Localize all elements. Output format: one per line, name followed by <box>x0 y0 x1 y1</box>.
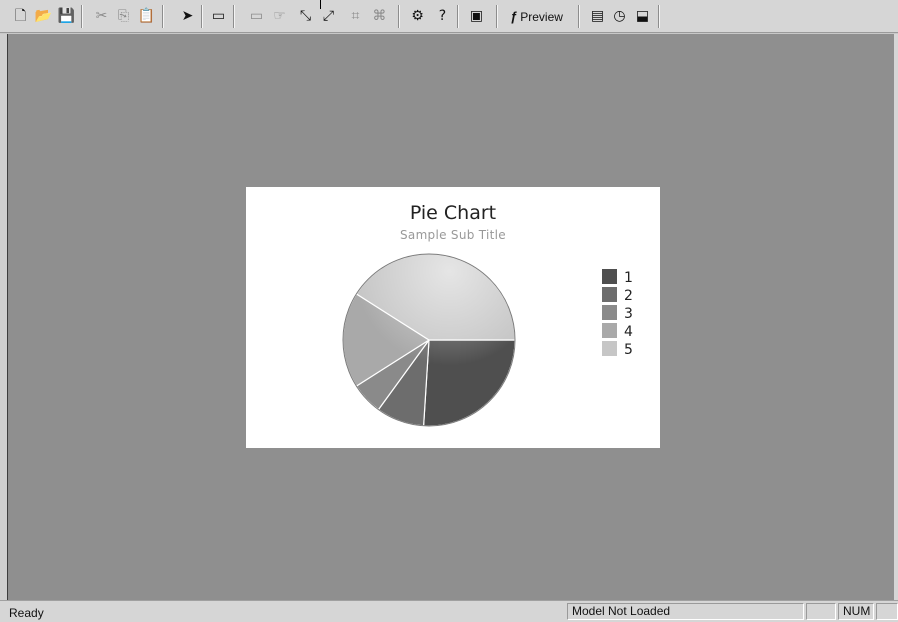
legend-label-1: 1 <box>624 270 633 286</box>
image-icon[interactable]: ▣ <box>467 7 486 26</box>
legend-swatch-3 <box>602 305 617 320</box>
pointer-icon[interactable]: ➤ <box>178 7 197 26</box>
save-icon[interactable]: 💾 <box>57 7 76 26</box>
export-icon[interactable]: ⬓ <box>633 7 652 26</box>
chart-panel[interactable]: 1 2 3 4 5 Pie Chart Sample Sub Title <box>246 187 660 448</box>
window-icon[interactable]: ▤ <box>588 7 607 26</box>
legend-swatch-4 <box>602 323 617 338</box>
plugin-icon[interactable]: ⚙ <box>408 7 427 26</box>
workspace-right-border <box>894 34 898 600</box>
cut-icon[interactable]: ✂ <box>92 7 111 26</box>
chart-title: Pie Chart <box>409 202 497 224</box>
line-icon[interactable]: ▭ <box>247 7 266 26</box>
function-icon: ƒ <box>510 9 518 24</box>
status-end-pane <box>876 603 898 620</box>
toolbar-separator <box>233 5 235 28</box>
status-text: Ready <box>9 606 44 620</box>
model-status-pane: Model Not Loaded <box>567 603 804 620</box>
help-icon[interactable]: ? <box>433 7 452 26</box>
pie-highlight <box>343 240 515 412</box>
legend-swatch-5 <box>602 341 617 356</box>
paste-icon[interactable]: 📋 <box>137 7 156 26</box>
status-bar: Ready Model Not Loaded NUM <box>0 600 898 622</box>
connector-icon[interactable]: ⤡ <box>296 7 315 26</box>
legend-swatch-2 <box>602 287 617 302</box>
toolbar-separator <box>457 5 459 28</box>
legend-label-3: 3 <box>624 306 633 322</box>
chart-legend: 1 2 3 4 5 <box>602 269 633 358</box>
align-icon[interactable]: ⌗ <box>346 7 365 26</box>
preview-label: Preview <box>520 9 563 24</box>
toolbar-separator <box>398 5 400 28</box>
toolbar-separator <box>81 5 83 28</box>
rectangle-icon[interactable]: ▭ <box>209 7 228 26</box>
workspace-left-border <box>0 34 8 600</box>
open-icon[interactable]: 📂 <box>34 7 53 26</box>
legend-swatch-1 <box>602 269 617 284</box>
copy-icon[interactable]: ⎘ <box>114 7 133 26</box>
clock-icon[interactable]: ◷ <box>610 7 629 26</box>
pie-chart: 1 2 3 4 5 <box>342 240 633 427</box>
preview-button[interactable]: ƒ Preview <box>510 7 574 26</box>
text-cursor-line <box>320 0 321 9</box>
toolbar-separator <box>496 5 498 28</box>
toolbar-separator <box>658 5 660 28</box>
toolbar-separator <box>578 5 580 28</box>
chart-subtitle: Sample Sub Title <box>400 228 506 242</box>
connector-alt-icon[interactable]: ⤢ <box>319 7 338 26</box>
legend-label-5: 5 <box>624 342 633 358</box>
toolbar-separator <box>201 5 203 28</box>
distribute-icon[interactable]: ⌘ <box>370 7 389 26</box>
num-lock-indicator: NUM <box>838 603 874 620</box>
hand-icon[interactable]: ☞ <box>270 7 289 26</box>
toolbar: 🗋 📂 💾 ✂ ⎘ 📋 ➤ ▭ ▭ ☞ ⤡ ⤢ ⌗ ⌘ ⚙ ? ▣ ƒ Prev… <box>0 0 898 33</box>
legend-label-2: 2 <box>624 288 633 304</box>
toolbar-separator <box>162 5 164 28</box>
new-icon[interactable]: 🗋 <box>11 7 30 26</box>
status-spacer-pane <box>806 603 836 620</box>
legend-label-4: 4 <box>624 324 633 340</box>
